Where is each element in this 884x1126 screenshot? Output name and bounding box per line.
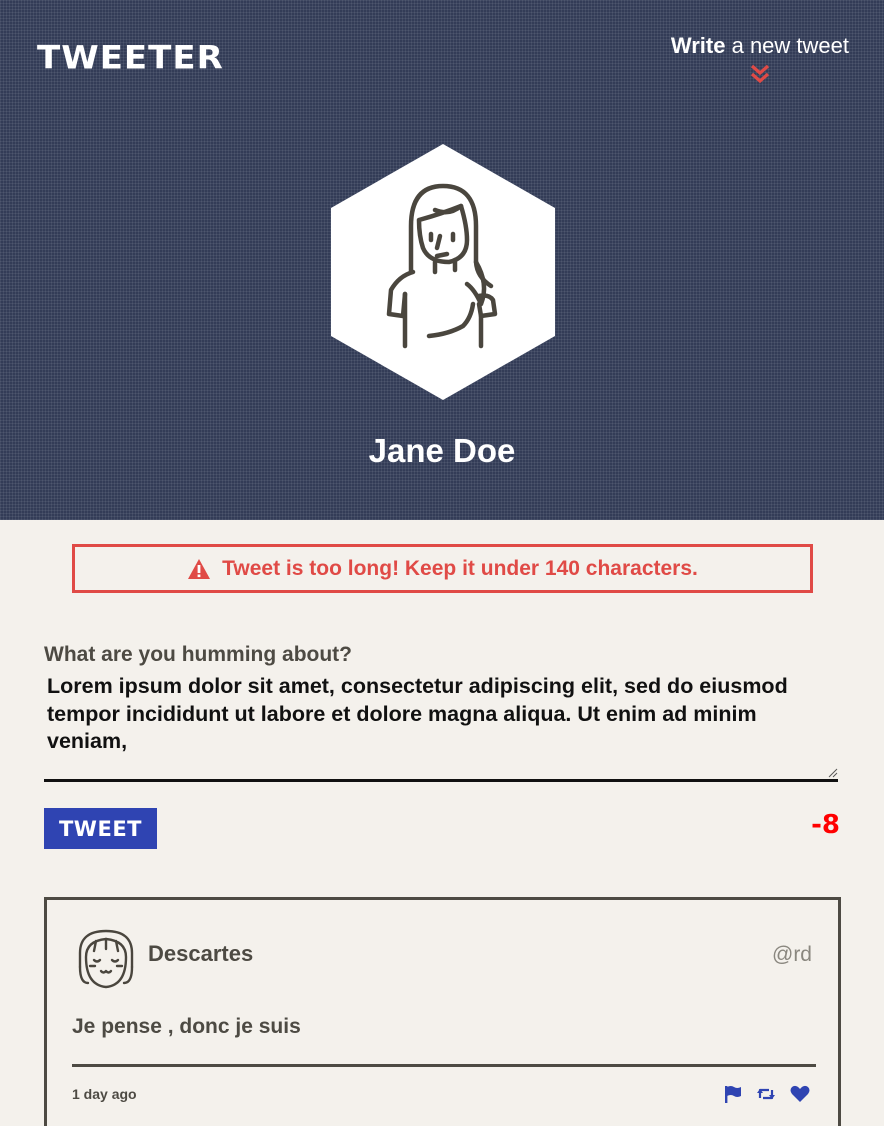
profile-header: TWEETER Write a new tweet Jane Doe [0, 0, 884, 520]
error-message-box: Tweet is too long! Keep it under 140 cha… [72, 544, 813, 593]
app-logo[interactable]: TWEETER [37, 39, 224, 77]
profile-avatar [331, 144, 555, 400]
tweet-submit-button[interactable]: TWEET [44, 808, 157, 849]
retweet-icon[interactable] [756, 1085, 776, 1103]
character-counter: -8 [811, 810, 840, 840]
tweet-text: Je pense , donc je suis [72, 1015, 301, 1038]
compose-link-bold: Write [670, 33, 726, 58]
tweet-author-avatar [78, 929, 134, 989]
compose-label: What are you humming about? [44, 643, 352, 666]
tweet-card: Descartes @rd Je pense , donc je suis 1 … [44, 897, 841, 1126]
tweet-author-handle: @rd [772, 943, 812, 966]
tweet-textarea[interactable]: Lorem ipsum dolor sit amet, consectetur … [44, 671, 838, 782]
double-chevron-down-icon[interactable] [749, 63, 771, 85]
heart-icon[interactable] [790, 1085, 810, 1103]
error-message-text: Tweet is too long! Keep it under 140 cha… [222, 556, 698, 580]
tweet-timestamp: 1 day ago [72, 1086, 137, 1102]
write-new-tweet-link[interactable]: Write a new tweet [671, 33, 849, 59]
tweet-textarea-value[interactable]: Lorem ipsum dolor sit amet, consectetur … [47, 673, 827, 756]
resize-handle-icon[interactable] [828, 768, 838, 778]
flag-icon[interactable] [723, 1085, 743, 1103]
tweet-divider [72, 1064, 816, 1067]
warning-icon [188, 558, 211, 579]
profile-name: Jane Doe [368, 432, 516, 469]
tweet-author-name: Descartes [148, 941, 254, 966]
compose-link-text: a new tweet [725, 33, 849, 58]
